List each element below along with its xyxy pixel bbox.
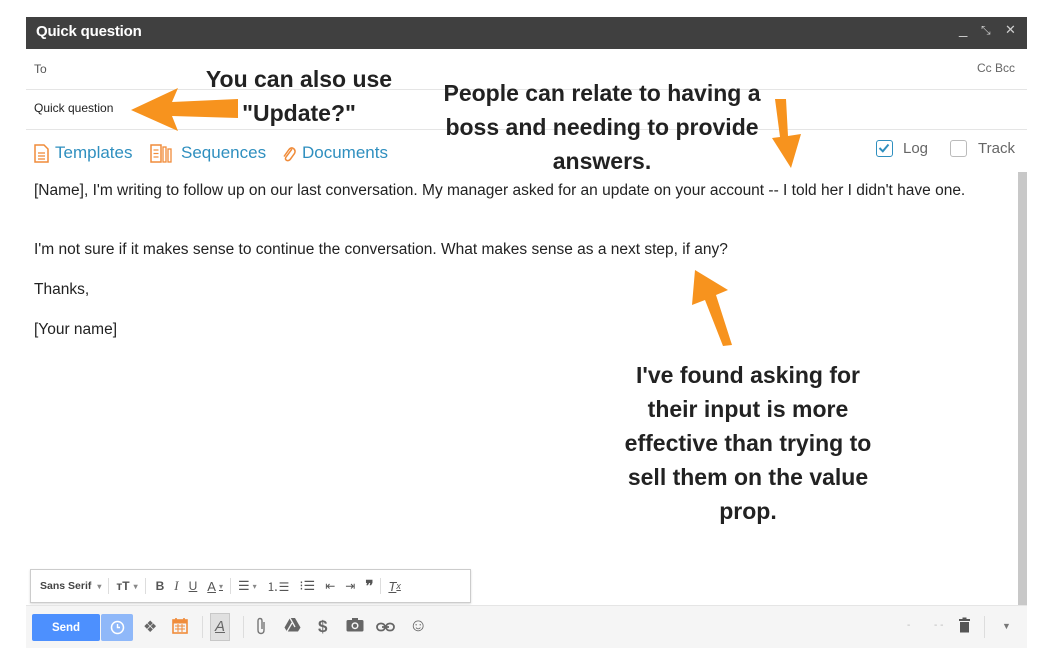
boss-annotation: People can relate to having a boss and n… [415, 76, 789, 178]
documents-button[interactable]: Documents [282, 143, 388, 163]
log-checkbox[interactable]: Log [876, 140, 928, 157]
divider [243, 616, 244, 638]
annotation-line: boss and needing to provide [445, 114, 759, 140]
templates-label: Templates [55, 143, 133, 162]
track-checkbox[interactable]: Track [950, 140, 1015, 157]
formatting-options-icon[interactable]: A [210, 613, 231, 641]
input-annotation: I've found asking for their input is mor… [598, 358, 898, 528]
divider [144, 578, 146, 594]
divider [202, 616, 203, 638]
remove-formatting-icon[interactable]: Tx [388, 579, 400, 594]
formatting-toolbar: Sans Serif ▾ ᴛT ▾ B I U A ▾ ☰ ▾ ⒈☰ ⁝☰ ⇤ ⇥ ❞… [30, 569, 471, 603]
attach-icon[interactable] [255, 617, 267, 640]
dollar-icon[interactable]: $ [318, 617, 327, 637]
templates-button[interactable]: Templates [34, 143, 132, 163]
emoji-icon[interactable]: ☺ [409, 615, 427, 636]
link-icon[interactable] [376, 617, 395, 637]
documents-label: Documents [302, 143, 388, 162]
checkbox-unchecked-icon [950, 140, 967, 157]
body-paragraph: [Name], I'm writing to follow up on our … [34, 182, 966, 199]
chevron-down-icon: ▾ [97, 581, 102, 591]
sequences-label: Sequences [181, 143, 267, 162]
more-options-icon[interactable]: - - [934, 620, 943, 631]
annotation-line: prop. [719, 498, 777, 524]
divider [229, 578, 231, 594]
drive-icon[interactable] [284, 617, 301, 637]
divider [984, 616, 985, 638]
scrollbar-thumb[interactable] [1018, 172, 1027, 605]
annotation-line: effective than trying to [624, 430, 872, 456]
annotation-line: sell them on the value [627, 464, 869, 490]
window-title: Quick question [36, 23, 142, 40]
schedule-send-button[interactable] [101, 614, 133, 641]
camera-icon[interactable] [346, 617, 364, 637]
annotation-line: "Update?" [242, 100, 356, 126]
numbered-list-icon[interactable]: ⒈☰ [267, 578, 290, 595]
expand-icon[interactable]: ⤡ [981, 23, 991, 38]
to-label: To [34, 62, 47, 76]
italic-icon[interactable]: I [174, 578, 178, 594]
more-options-icon[interactable]: - [907, 620, 910, 631]
divider [108, 578, 110, 594]
cc-bcc-link[interactable]: Cc Bcc [977, 61, 1015, 75]
dropbox-icon[interactable]: ❖ [143, 617, 157, 637]
sequences-button[interactable]: Sequences [150, 143, 266, 163]
body-paragraph: I'm not sure if it makes sense to contin… [34, 241, 728, 258]
trash-icon[interactable] [958, 617, 971, 638]
log-label: Log [903, 140, 929, 157]
align-icon[interactable]: ☰ ▾ [238, 578, 257, 594]
text-color-icon[interactable]: A ▾ [207, 579, 223, 594]
calendar-icon[interactable] [172, 617, 188, 639]
close-icon[interactable]: ✕ [1005, 22, 1016, 38]
subject-value[interactable]: Quick question [34, 101, 113, 115]
font-family-select[interactable]: Sans Serif ▾ [40, 580, 101, 592]
chevron-down-icon[interactable]: ▼ [1002, 621, 1011, 631]
indent-more-icon[interactable]: ⇥ [345, 579, 355, 593]
minimize-icon[interactable]: _ [959, 21, 967, 38]
quote-icon[interactable]: ❞ [365, 577, 373, 595]
bottom-toolbar: Send ❖ A $ ☺ - - - ▼ [26, 605, 1027, 648]
document-icon [34, 143, 49, 163]
annotation-line: answers. [552, 148, 652, 174]
body-paragraph: [Your name] [34, 321, 118, 338]
indent-less-icon[interactable]: ⇤ [325, 579, 335, 593]
font-family-label: Sans Serif [40, 580, 92, 592]
update-annotation: You can also use "Update?" [168, 62, 430, 130]
bold-icon[interactable]: B [156, 579, 165, 593]
underline-icon[interactable]: U [189, 579, 198, 593]
annotation-line: People can relate to having a [443, 80, 761, 106]
checkbox-checked-icon [876, 140, 893, 157]
divider [380, 578, 382, 594]
font-size-icon[interactable]: ᴛT ▾ [116, 579, 137, 593]
scrollbar[interactable] [1018, 172, 1027, 605]
send-button[interactable]: Send [32, 614, 100, 641]
track-label: Track [978, 140, 1015, 157]
annotation-line: You can also use [205, 66, 393, 92]
annotation-line: I've found asking for [636, 362, 860, 388]
body-paragraph: Thanks, [34, 281, 90, 298]
clock-icon [110, 620, 124, 635]
paperclip-icon [283, 146, 296, 161]
bulleted-list-icon[interactable]: ⁝☰ [299, 578, 315, 594]
title-bar: Quick question _ ⤡ ✕ [26, 17, 1027, 49]
annotation-line: their input is more [647, 396, 849, 422]
sequences-icon [150, 143, 172, 163]
